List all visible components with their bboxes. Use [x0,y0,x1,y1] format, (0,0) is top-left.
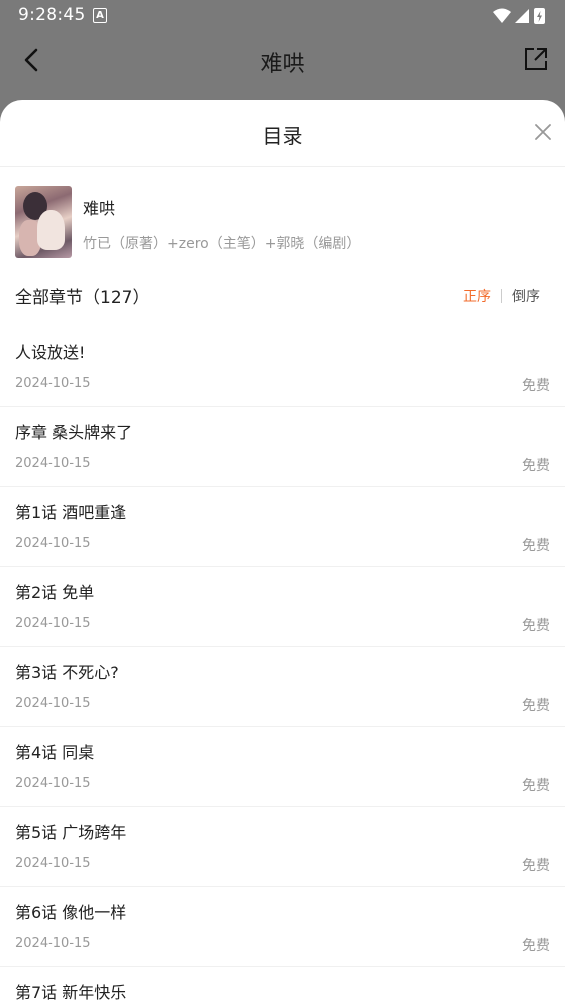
chapter-date: 2024-10-15 [15,376,91,391]
chapter-title: 第1话 酒吧重逢 [15,503,127,522]
chapter-price: 免费 [522,858,550,874]
chapter-price: 免费 [522,698,550,714]
chapter-title: 第4话 同桌 [15,743,95,762]
chapter-row[interactable]: 序章 桑头牌来了 2024-10-15 免费 [0,407,565,487]
share-out-icon[interactable] [523,46,549,72]
status-bar: 9:28:45 A [0,0,565,32]
system-status-icons [493,8,545,24]
chapter-row[interactable]: 第2话 免单 2024-10-15 免费 [0,567,565,647]
chapter-row[interactable]: 人设放送! 2024-10-15 免费 [0,327,565,407]
chapter-title: 序章 桑头牌来了 [15,423,133,442]
wifi-icon [493,8,511,23]
chapter-date: 2024-10-15 [15,776,91,791]
book-info[interactable]: 难哄 竹已（原著）+zero（主笔）+郭晓（编剧） [0,167,565,267]
sort-order: 正序 倒序 [463,286,540,306]
catalog-sheet: 目录 难哄 竹已（原著）+zero（主笔）+郭晓（编剧） 全部章节（127） 正… [0,100,565,1004]
chapter-date: 2024-10-15 [15,536,91,551]
chapter-row[interactable]: 第5话 广场跨年 2024-10-15 免费 [0,807,565,887]
chapter-price: 免费 [522,618,550,634]
notification-badge: A [93,8,107,23]
chapter-title: 第6话 像他一样 [15,903,127,922]
page-title: 难哄 [260,52,305,77]
chapter-row[interactable]: 第7话 新年快乐 [0,967,565,1004]
chapter-price: 免费 [522,938,550,954]
chapter-price: 免费 [522,458,550,474]
chapter-price: 免费 [522,778,550,794]
book-authors: 竹已（原著）+zero（主笔）+郭晓（编剧） [83,236,361,252]
chapter-price: 免费 [522,378,550,394]
chapter-row[interactable]: 第1话 酒吧重逢 2024-10-15 免费 [0,487,565,567]
chapter-row[interactable]: 第6话 像他一样 2024-10-15 免费 [0,887,565,967]
book-name: 难哄 [83,199,116,218]
chapter-date: 2024-10-15 [15,696,91,711]
chapter-title: 第7话 新年快乐 [15,983,127,1002]
chapter-price: 免费 [522,538,550,554]
sort-desc-button[interactable]: 倒序 [512,289,540,305]
chapter-title: 人设放送! [15,343,86,362]
sheet-header: 目录 [0,100,565,167]
chapter-list: 人设放送! 2024-10-15 免费 序章 桑头牌来了 2024-10-15 … [0,327,565,1004]
chapter-date: 2024-10-15 [15,856,91,871]
chapter-row[interactable]: 第3话 不死心? 2024-10-15 免费 [0,647,565,727]
chapter-header: 全部章节（127） 正序 倒序 [0,267,565,327]
chapter-date: 2024-10-15 [15,616,91,631]
sort-divider [501,289,502,303]
book-cover [15,186,72,258]
chapter-date: 2024-10-15 [15,456,91,471]
chapter-date: 2024-10-15 [15,936,91,951]
chapter-title: 第2话 免单 [15,583,95,602]
chapter-title: 第3话 不死心? [15,663,119,682]
status-time: 9:28:45 [18,5,86,25]
chapter-total: 全部章节（127） [15,288,150,308]
close-icon[interactable] [533,122,553,142]
sort-asc-button[interactable]: 正序 [463,289,491,305]
sheet-title: 目录 [262,124,303,148]
chapter-row[interactable]: 第4话 同桌 2024-10-15 免费 [0,727,565,807]
signal-icon [515,9,529,23]
chapter-title: 第5话 广场跨年 [15,823,127,842]
top-bar: 难哄 [0,32,565,90]
